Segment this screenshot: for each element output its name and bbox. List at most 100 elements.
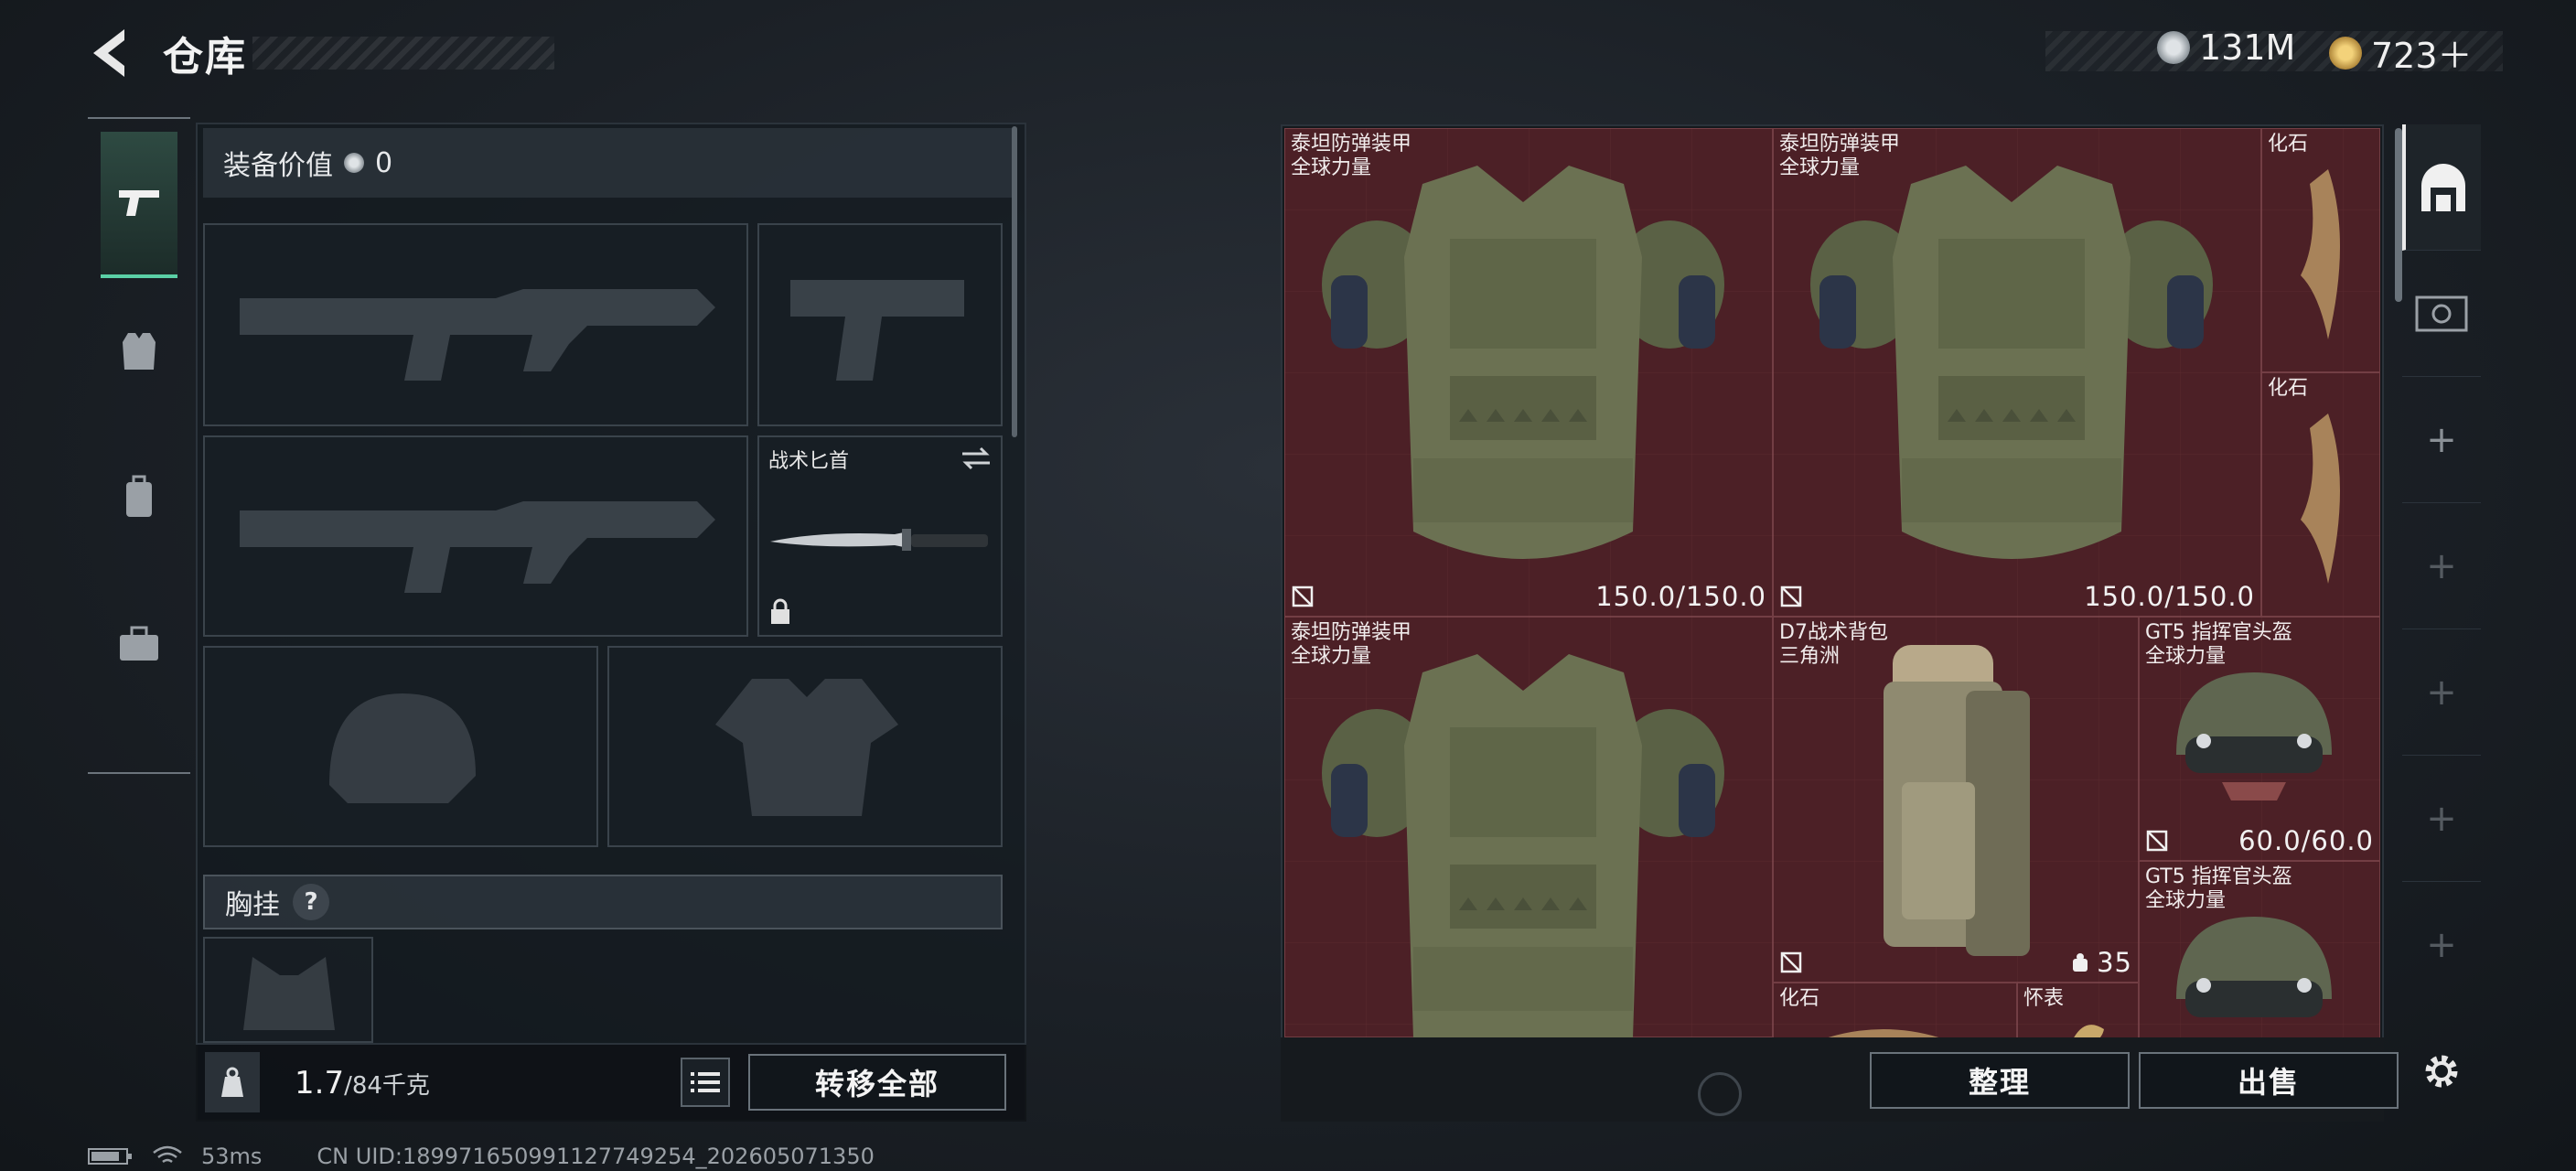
item-durability: 150.0/150.0 xyxy=(1595,581,1766,612)
item-name: 怀表 xyxy=(2023,987,2065,1010)
no-stack-icon xyxy=(1780,586,1802,607)
page-title: 仓库 xyxy=(163,34,247,81)
vest-icon xyxy=(123,333,156,370)
secondary-weapon-slot[interactable] xyxy=(757,223,1003,426)
storage-tab-add[interactable]: + xyxy=(2402,756,2481,882)
armor-vest-icon xyxy=(1810,166,2213,559)
safe-box-icon xyxy=(2415,295,2468,331)
title-decor xyxy=(252,37,554,70)
currency-1: 131M xyxy=(2157,27,2295,68)
storage-grid: 泰坦防弹装甲 全球力量 150.0/150.0 泰坦防弹装甲 全球力量 150.… xyxy=(1284,128,2380,1037)
tab-armor[interactable] xyxy=(101,278,177,424)
scroll-indicator-icon xyxy=(1698,1072,1742,1116)
item-durability: 60.0/60.0 xyxy=(2238,825,2374,856)
knife-slot[interactable]: 战术匕首 xyxy=(757,435,1003,637)
storage-tab-main[interactable] xyxy=(2402,124,2481,251)
gear-icon xyxy=(2425,1055,2458,1088)
storage-item-helmet[interactable]: GT5 指挥官头盔 全球力量 60.0/60.0 xyxy=(2139,617,2380,861)
chest-rig-silhouette-icon xyxy=(243,957,335,1030)
help-icon[interactable]: ? xyxy=(293,884,329,920)
transfer-all-button[interactable]: 转移全部 xyxy=(748,1054,1006,1111)
storage-item-fossil[interactable]: 化石 xyxy=(1773,983,2017,1037)
storage-tab-add[interactable]: + xyxy=(2402,377,2481,503)
back-button[interactable] xyxy=(88,26,135,81)
storage-tabs: + + + + + xyxy=(2402,124,2485,1122)
pistol-icon xyxy=(119,190,159,216)
settings-button[interactable] xyxy=(2402,1008,2481,1134)
storage-item-backpack[interactable]: D7战术背包 三角洲 35 xyxy=(1773,617,2139,983)
fossil-claw-icon xyxy=(2301,169,2340,339)
storage-item-pocket-watch[interactable]: 怀表 xyxy=(2017,983,2139,1037)
wifi-icon xyxy=(153,1145,182,1164)
armor-slot[interactable] xyxy=(607,646,1003,847)
storage-scrollbar[interactable] xyxy=(2395,128,2402,302)
tab-weapons[interactable] xyxy=(101,132,177,278)
sell-button[interactable]: 出售 xyxy=(2139,1052,2399,1109)
storage-tab-add[interactable]: + xyxy=(2402,629,2481,756)
no-stack-icon xyxy=(1780,951,1802,973)
rifle-silhouette-icon xyxy=(240,501,715,593)
storage-item-armor[interactable]: 泰坦防弹装甲 全球力量 150.0/150.0 xyxy=(1773,128,2261,617)
armor-vest-icon xyxy=(1322,166,1724,559)
tab-backpack[interactable] xyxy=(101,424,177,571)
storage-item-helmet[interactable]: GT5 指挥官头盔 全球力量 xyxy=(2139,861,2380,1037)
item-name: 化石 xyxy=(2268,377,2309,400)
item-name: 化石 xyxy=(2268,133,2309,156)
fossil-claw-icon xyxy=(1828,1029,1939,1037)
weight-text: 1.7/84千克 xyxy=(295,1065,430,1101)
currency-1-value: 131M xyxy=(2199,27,2296,68)
equipment-scrollbar[interactable] xyxy=(1012,126,1017,437)
silver-coin-icon xyxy=(2157,31,2190,64)
storage-tab-add[interactable]: + xyxy=(2402,503,2481,629)
briefcase-icon xyxy=(120,626,158,661)
no-stack-icon xyxy=(1292,586,1314,607)
storage-item-fossil[interactable]: 化石 xyxy=(2261,372,2380,617)
list-icon xyxy=(691,1072,720,1092)
storage-tab-2[interactable] xyxy=(2402,251,2481,377)
category-rail xyxy=(88,117,190,774)
tab-case[interactable] xyxy=(101,571,177,717)
helmet-slot[interactable] xyxy=(203,646,598,847)
helmet-item-icon xyxy=(2176,672,2332,800)
knife-icon xyxy=(770,529,988,551)
plus-icon: + xyxy=(2426,418,2457,461)
pocket-watch-icon xyxy=(2074,1025,2104,1037)
weight-current: 1.7 xyxy=(295,1065,345,1101)
weight-icon-box xyxy=(205,1052,260,1112)
sort-button[interactable]: 整理 xyxy=(1870,1052,2130,1109)
storage-item-fossil[interactable]: 化石 xyxy=(2261,128,2380,372)
warehouse-icon xyxy=(2421,163,2465,211)
storage-item-armor[interactable]: 泰坦防弹装甲 全球力量 xyxy=(1284,617,1773,1037)
plus-icon: + xyxy=(2426,671,2457,714)
item-name: 化石 xyxy=(1779,987,1820,1010)
storage-item-armor[interactable]: 泰坦防弹装甲 全球力量 150.0/150.0 xyxy=(1284,128,1773,617)
plus-icon: + xyxy=(2426,797,2457,840)
list-view-button[interactable] xyxy=(681,1058,730,1107)
silver-coin-icon xyxy=(344,153,364,173)
backpack-item-icon xyxy=(1884,645,2030,956)
chest-rig-bar: 胸挂 ? xyxy=(203,875,1003,929)
currency-2[interactable]: 723＋ xyxy=(2329,27,2473,78)
primary-weapon-slot-2[interactable] xyxy=(203,435,748,637)
pistol-silhouette-icon xyxy=(790,280,964,381)
capacity-icon xyxy=(2073,953,2088,972)
armor-silhouette-icon xyxy=(715,679,898,816)
plus-icon: + xyxy=(2426,924,2457,966)
equip-value-bar: 装备价值 0 xyxy=(203,128,1014,198)
helmet-item-icon xyxy=(2176,917,2332,1017)
swap-icon[interactable] xyxy=(961,446,992,470)
knife-slot-label: 战术匕首 xyxy=(768,450,850,473)
status-bar: 53ms CN UID:18997165099112774925​4_20260… xyxy=(88,1144,875,1169)
backpack-icon xyxy=(126,475,152,517)
equip-value-label: 装备价值 xyxy=(223,150,333,182)
uid-text: CN UID:18997165099112774925​4_2026050713… xyxy=(317,1144,875,1169)
chest-rig-slot[interactable] xyxy=(203,937,373,1043)
helmet-silhouette-icon xyxy=(329,693,476,803)
primary-weapon-slot[interactable] xyxy=(203,223,748,426)
gold-coin-icon xyxy=(2329,36,2362,70)
storage-tab-add[interactable]: + xyxy=(2402,882,2481,1008)
weight-max: /84千克 xyxy=(344,1072,430,1100)
chest-rig-label: 胸挂 xyxy=(225,889,280,921)
equip-value: 0 xyxy=(375,146,393,179)
rifle-silhouette-icon xyxy=(240,289,715,381)
